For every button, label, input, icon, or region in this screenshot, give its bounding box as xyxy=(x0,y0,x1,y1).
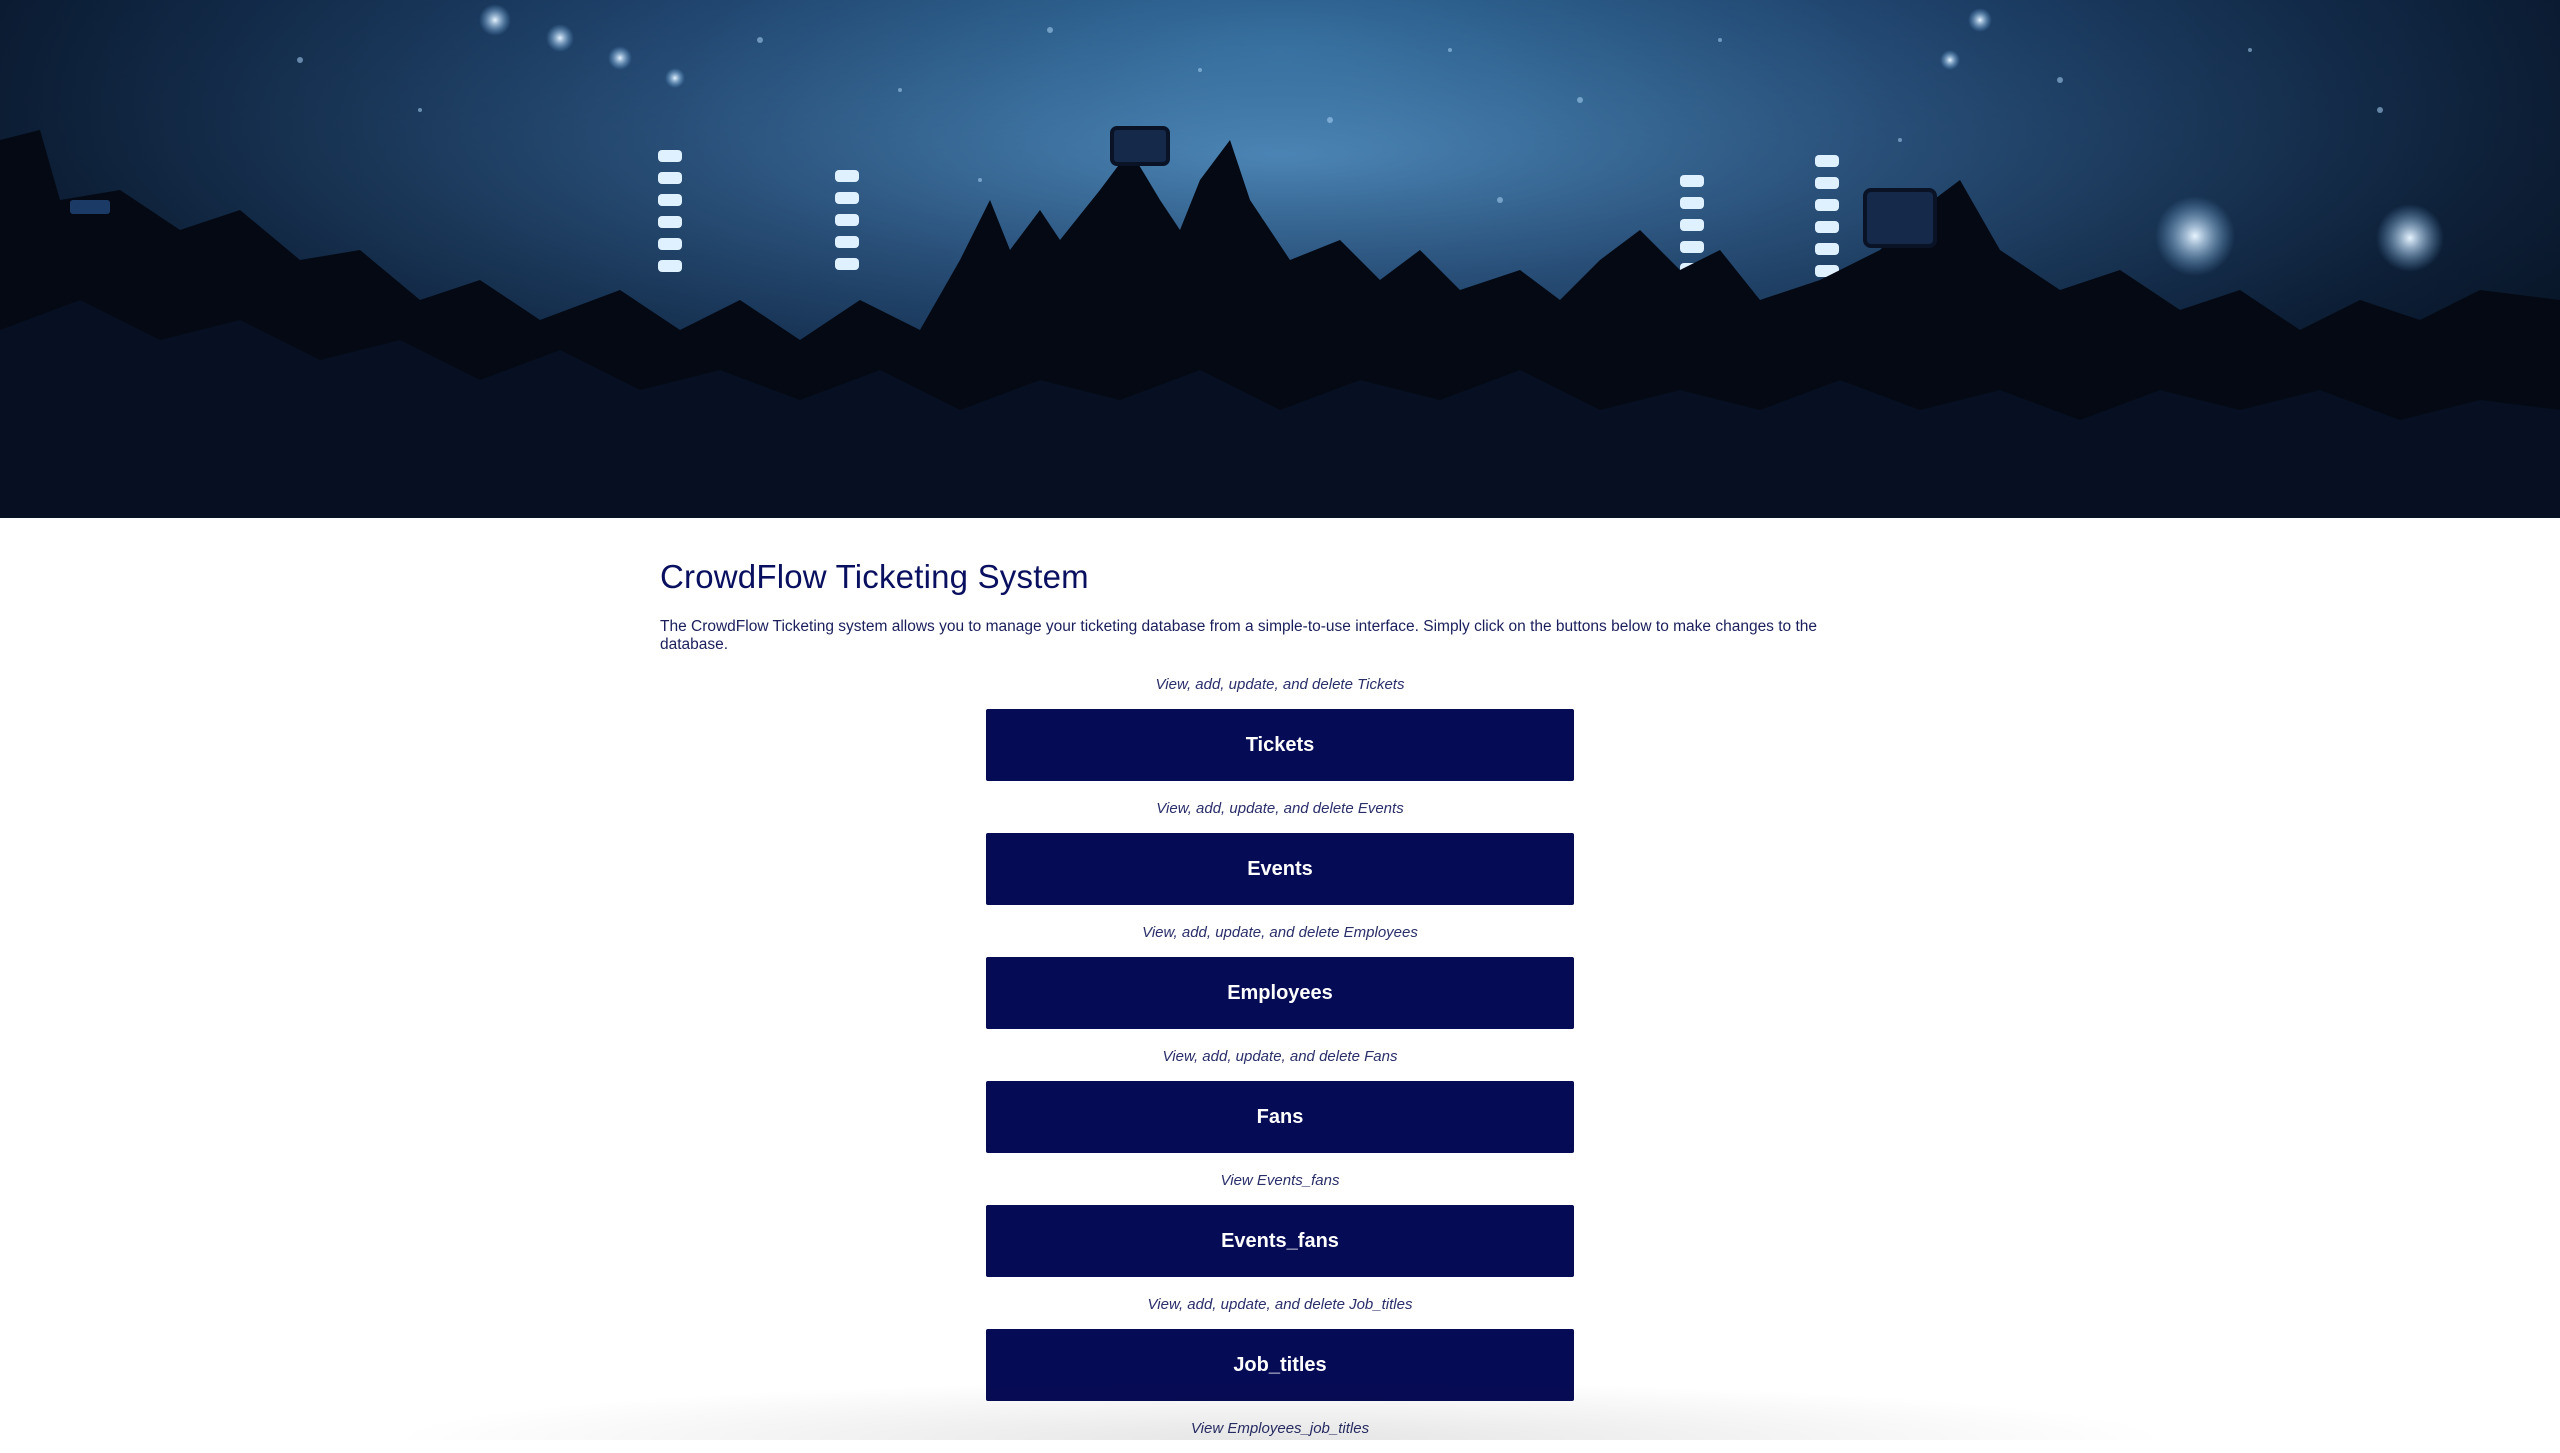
menu-block-events-fans: View Events_fans Events_fans xyxy=(660,1172,1900,1296)
main-content: CrowdFlow Ticketing System The CrowdFlow… xyxy=(660,518,1900,1453)
tickets-hint: View, add, update, and delete Tickets xyxy=(1155,676,1405,693)
events-button[interactable]: Events xyxy=(986,833,1574,905)
tickets-button[interactable]: Tickets xyxy=(986,709,1574,781)
employees-job-titles-hint: View Employees_job_titles xyxy=(1190,1420,1370,1437)
hero-banner xyxy=(0,0,2560,518)
employees-hint: View, add, update, and delete Employees xyxy=(1142,924,1418,941)
menu-block-fans: View, add, update, and delete Fans Fans xyxy=(660,1048,1900,1172)
menu-block-employees-job-titles: View Employees_job_titles xyxy=(660,1420,1900,1453)
menu-block-job-titles: View, add, update, and delete Job_titles… xyxy=(660,1296,1900,1420)
employees-button[interactable]: Employees xyxy=(986,957,1574,1029)
menu-block-tickets: View, add, update, and delete Tickets Ti… xyxy=(660,676,1900,800)
job-titles-button[interactable]: Job_titles xyxy=(986,1329,1574,1401)
events-hint: View, add, update, and delete Events xyxy=(1156,800,1404,817)
intro-text: The CrowdFlow Ticketing system allows yo… xyxy=(660,618,1818,653)
job-titles-hint: View, add, update, and delete Job_titles xyxy=(1147,1296,1413,1313)
events-fans-hint: View Events_fans xyxy=(1220,1172,1340,1189)
menu-block-employees: View, add, update, and delete Employees … xyxy=(660,924,1900,1048)
page-title: CrowdFlow Ticketing System xyxy=(660,558,1089,595)
events-fans-button[interactable]: Events_fans xyxy=(986,1205,1574,1277)
fans-button[interactable]: Fans xyxy=(986,1081,1574,1153)
table-menu: View, add, update, and delete Tickets Ti… xyxy=(660,676,1900,1453)
concert-crowd-image xyxy=(0,0,2560,518)
fans-hint: View, add, update, and delete Fans xyxy=(1162,1048,1398,1065)
menu-block-events: View, add, update, and delete Events Eve… xyxy=(660,800,1900,924)
